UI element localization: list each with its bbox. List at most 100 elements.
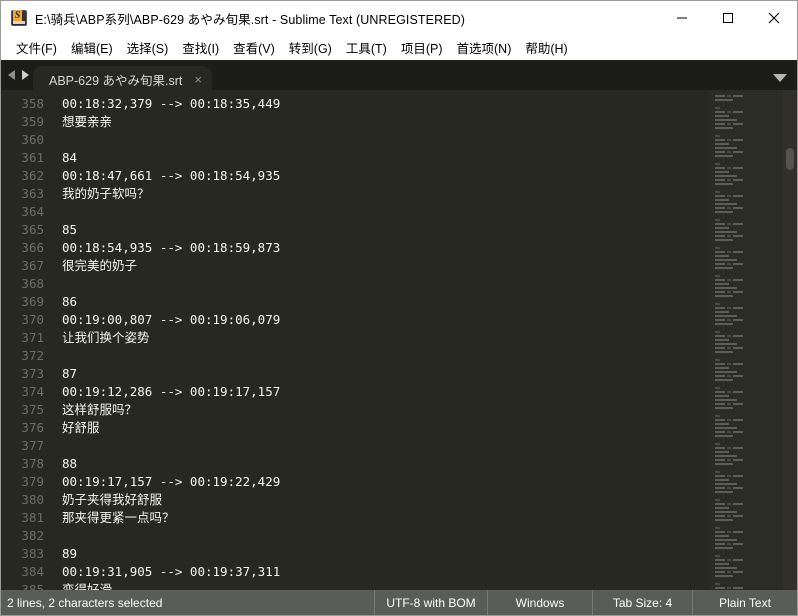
status-encoding[interactable]: UTF-8 with BOM xyxy=(374,590,487,615)
minimap-segment xyxy=(733,139,743,141)
menu-item-project[interactable]: 项目(P) xyxy=(394,35,450,61)
tab-label: ABP-629 あやみ旬果.srt xyxy=(49,74,183,88)
minimap-segment xyxy=(715,207,725,209)
window-controls xyxy=(659,1,797,35)
minimap-segment xyxy=(715,455,737,457)
menu-item-goto[interactable]: 转到(G) xyxy=(282,35,339,61)
minimap-segment xyxy=(727,319,731,321)
code-line[interactable]: 变得好滑 xyxy=(62,581,709,590)
code-line[interactable]: 00:19:31,905 --> 00:19:37,311 xyxy=(62,563,709,581)
code-line[interactable]: 85 xyxy=(62,221,709,239)
minimap-segment xyxy=(715,303,720,305)
status-selection: 2 lines, 2 characters selected xyxy=(7,595,163,610)
code-line[interactable]: 这样舒服吗？ xyxy=(62,401,709,419)
code-line[interactable]: 00:18:54,935 --> 00:18:59,873 xyxy=(62,239,709,257)
arrow-left-icon[interactable] xyxy=(8,70,15,80)
code-text[interactable]: 00:18:32,379 --> 00:18:35,449 想要亲亲 84 00:1… xyxy=(53,90,709,590)
tab-nav-arrows xyxy=(1,60,33,90)
code-line[interactable]: 00:19:12,286 --> 00:19:17,157 xyxy=(62,383,709,401)
code-line[interactable] xyxy=(62,131,709,149)
minimap-segment xyxy=(715,143,729,145)
vertical-scrollbar[interactable] xyxy=(783,90,797,590)
scrollbar-thumb[interactable] xyxy=(786,148,794,170)
line-number: 362 xyxy=(21,168,44,183)
chevron-down-icon[interactable] xyxy=(773,74,787,82)
line-number: 367 xyxy=(21,258,44,273)
code-view[interactable]: 358 359 360 361 362 363 364 365 366 367 368 369 370 3… xyxy=(1,90,709,590)
status-tab-size[interactable]: Tab Size: 4 xyxy=(592,590,692,615)
tab-active-file[interactable]: ABP-629 あやみ旬果.srt × xyxy=(33,66,212,93)
minimap-segment xyxy=(727,123,731,125)
code-line[interactable]: 奶子夹得我好舒服 xyxy=(62,491,709,509)
code-line[interactable]: 89 xyxy=(62,545,709,563)
line-number: 360 xyxy=(21,132,44,147)
code-line[interactable]: 88 xyxy=(62,455,709,473)
minimap-segment xyxy=(715,575,733,577)
sublime-text-icon xyxy=(11,10,27,26)
code-line[interactable]: 84 xyxy=(62,149,709,167)
minimap-segment xyxy=(715,535,729,537)
minimap-segment xyxy=(715,247,720,249)
line-number: 361 xyxy=(21,150,44,165)
menu-item-edit[interactable]: 编辑(E) xyxy=(64,35,120,61)
menu-item-preferences[interactable]: 首选项(N) xyxy=(450,35,519,61)
code-line[interactable] xyxy=(62,203,709,221)
status-bar: 2 lines, 2 characters selected UTF-8 wit… xyxy=(1,590,797,615)
minimap-segment xyxy=(715,491,733,493)
minimap-segment xyxy=(715,563,729,565)
minimize-button[interactable] xyxy=(659,1,705,35)
line-number: 363 xyxy=(21,186,44,201)
code-line[interactable] xyxy=(62,527,709,545)
minimap-segment xyxy=(715,179,725,181)
line-number: 383 xyxy=(21,546,44,561)
menu-item-tools[interactable]: 工具(T) xyxy=(339,35,394,61)
line-number: 358 xyxy=(21,96,44,111)
code-line[interactable] xyxy=(62,437,709,455)
code-line[interactable]: 87 xyxy=(62,365,709,383)
close-icon[interactable]: × xyxy=(194,73,202,86)
minimap-segment xyxy=(715,319,725,321)
code-line[interactable]: 86 xyxy=(62,293,709,311)
minimap-segment xyxy=(715,587,725,589)
menu-item-find[interactable]: 查找(I) xyxy=(175,35,226,61)
minimap-segment xyxy=(727,111,731,113)
menu-item-file[interactable]: 文件(F) xyxy=(9,35,64,61)
minimap-segment xyxy=(733,319,743,321)
code-line[interactable]: 那夹得更紧一点吗？ xyxy=(62,509,709,527)
menu-item-selection[interactable]: 选择(S) xyxy=(120,35,176,61)
minimap-segment xyxy=(715,451,729,453)
minimap-segment xyxy=(733,543,743,545)
minimap-segment xyxy=(715,315,737,317)
minimap-segment xyxy=(715,127,733,129)
arrow-right-icon[interactable] xyxy=(22,70,29,80)
code-line[interactable]: 00:18:47,661 --> 00:18:54,935 xyxy=(62,167,709,185)
status-line-ending[interactable]: Windows xyxy=(487,590,592,615)
line-number: 366 xyxy=(21,240,44,255)
maximize-button[interactable] xyxy=(705,1,751,35)
line-number: 359 xyxy=(21,114,44,129)
close-button[interactable] xyxy=(751,1,797,35)
minimap-segment xyxy=(733,431,743,433)
code-line[interactable]: 00:18:32,379 --> 00:18:35,449 xyxy=(62,95,709,113)
minimap-segment xyxy=(715,139,725,141)
menu-item-view[interactable]: 查看(V) xyxy=(226,35,282,61)
code-line[interactable]: 00:19:00,807 --> 00:19:06,079 xyxy=(62,311,709,329)
minimap-segment xyxy=(733,263,743,265)
code-line[interactable] xyxy=(62,275,709,293)
code-line[interactable]: 我的奶子软吗？ xyxy=(62,185,709,203)
status-syntax[interactable]: Plain Text xyxy=(692,590,797,615)
minimap-segment xyxy=(733,235,743,237)
minimap-segment xyxy=(733,475,743,477)
minimap-segment xyxy=(715,295,733,297)
code-line[interactable] xyxy=(62,347,709,365)
code-line[interactable]: 00:19:17,157 --> 00:19:22,429 xyxy=(62,473,709,491)
code-line[interactable]: 让我们换个姿势 xyxy=(62,329,709,347)
minimap-segment xyxy=(715,339,729,341)
menu-item-help[interactable]: 帮助(H) xyxy=(518,35,574,61)
code-line[interactable]: 很完美的奶子 xyxy=(62,257,709,275)
code-line[interactable]: 想要亲亲 xyxy=(62,113,709,131)
minimap-segment xyxy=(715,211,733,213)
minimap-segment xyxy=(715,395,729,397)
minimap[interactable] xyxy=(709,90,783,590)
code-line[interactable]: 好舒服 xyxy=(62,419,709,437)
